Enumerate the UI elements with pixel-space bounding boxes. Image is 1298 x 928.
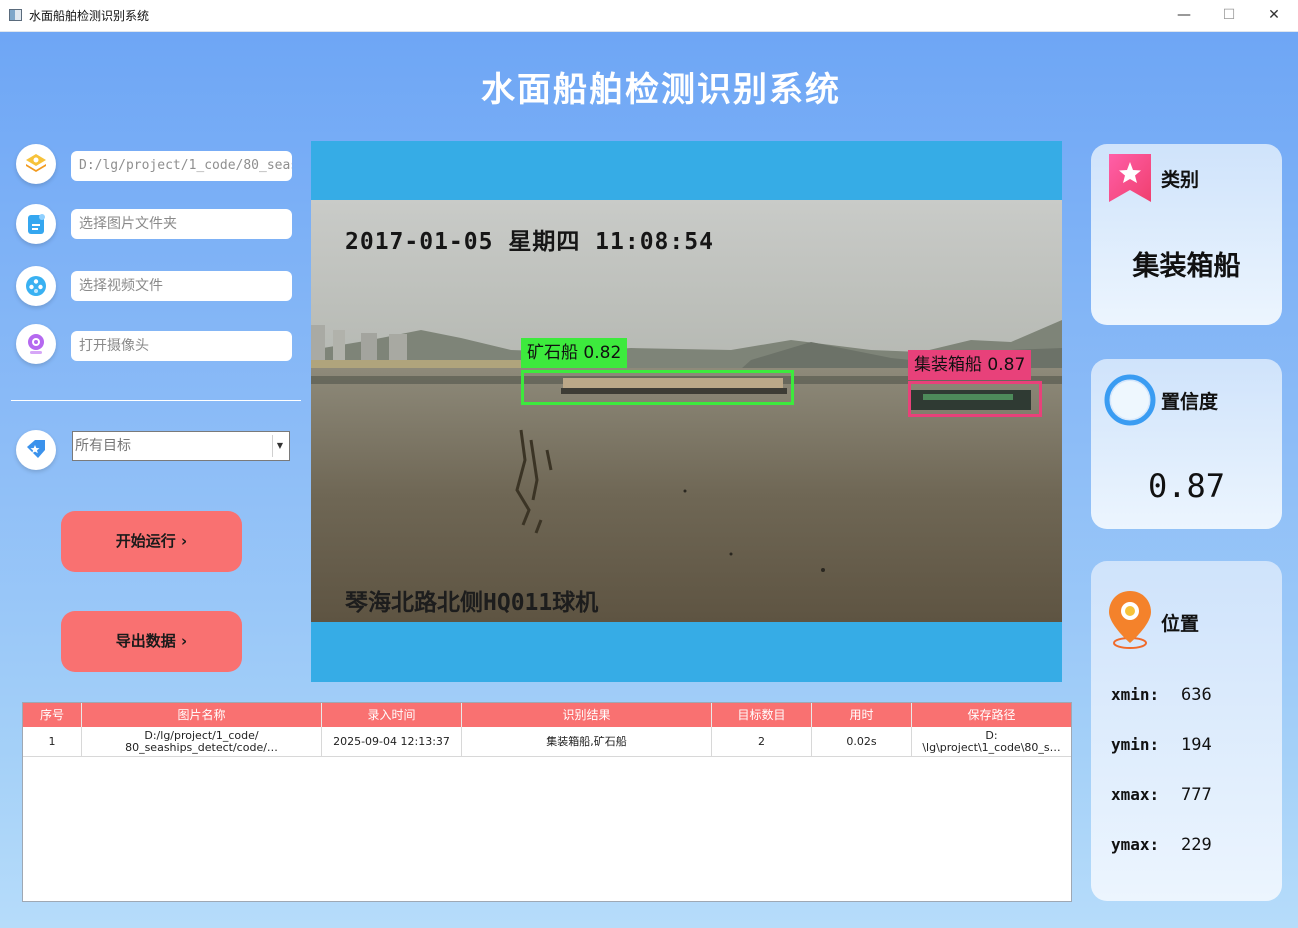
xmin-value: 636 <box>1181 685 1212 705</box>
column-header-result[interactable]: 识别结果 <box>462 703 712 727</box>
table-header: 序号 图片名称 录入时间 识别结果 目标数目 用时 保存路径 <box>23 703 1071 727</box>
sidebar-divider <box>11 400 301 401</box>
bookmark-star-icon <box>1109 154 1151 202</box>
ymin-row: ymin: 194 <box>1111 735 1212 755</box>
camera-caption-overlay: 琴海北路北侧HQ011球机 <box>345 590 599 616</box>
cell-count: 2 <box>712 727 812 757</box>
chevron-down-icon[interactable]: ▼ <box>272 435 287 457</box>
ymin-label: ymin: <box>1111 735 1160 754</box>
video-icon[interactable] <box>16 266 56 306</box>
camera-icon[interactable] <box>16 324 56 364</box>
export-button[interactable]: 导出数据 › <box>61 611 242 672</box>
target-tag-icon <box>16 430 56 470</box>
maximize-button[interactable]: ☐ <box>1206 0 1252 31</box>
app-title: 水面船舶检测识别系统 <box>481 70 841 110</box>
class-value: 集装箱船 <box>1132 251 1241 282</box>
xmax-value: 777 <box>1181 785 1212 805</box>
image-path-field[interactable]: D:/lg/project/1_code/80_seaships_detect <box>71 151 292 181</box>
app-window-icon <box>9 9 22 21</box>
window-title: 水面船舶检测识别系统 <box>29 9 150 23</box>
timestamp-overlay: 2017-01-05 星期四 11:08:54 <box>345 229 714 255</box>
xmax-row: xmax: 777 <box>1111 785 1212 805</box>
detection-box-container-ship <box>908 381 1042 417</box>
cell-time: 2025-09-04 12:13:37 <box>322 727 462 757</box>
ymin-value: 194 <box>1181 735 1212 755</box>
ymax-value: 229 <box>1181 835 1212 855</box>
camera-field[interactable]: 打开摄像头 <box>71 331 292 361</box>
class-title: 类别 <box>1161 169 1200 191</box>
confidence-value: 0.87 <box>1147 467 1226 505</box>
detection-label-container-ship: 集装箱船 0.87 <box>908 350 1032 380</box>
results-table[interactable]: 序号 图片名称 录入时间 识别结果 目标数目 用时 保存路径 1 D:/lg/p… <box>22 702 1072 902</box>
cell-save-path: D: \lg\project\1_code\80_s… <box>912 727 1071 757</box>
xmin-row: xmin: 636 <box>1111 685 1212 705</box>
detection-box-ore-ship <box>521 370 794 405</box>
cell-result: 集装箱船,矿石船 <box>462 727 712 757</box>
column-header-image-name[interactable]: 图片名称 <box>82 703 322 727</box>
window-titlebar: 水面船舶检测识别系统 — ☐ ✕ <box>0 0 1298 32</box>
confidence-card: 置信度 0.87 <box>1091 359 1282 529</box>
position-title: 位置 <box>1161 613 1200 635</box>
column-header-duration[interactable]: 用时 <box>812 703 912 727</box>
column-header-time[interactable]: 录入时间 <box>322 703 462 727</box>
confidence-title: 置信度 <box>1161 391 1219 413</box>
confidence-ring-icon <box>1104 374 1156 426</box>
detection-image: 2017-01-05 星期四 11:08:54 琴海北路北侧HQ011球机 矿石… <box>311 200 1062 622</box>
cell-image-name: D:/lg/project/1_code/80_seaships_detect/… <box>82 727 322 757</box>
column-header-save-path[interactable]: 保存路径 <box>912 703 1071 727</box>
column-header-index[interactable]: 序号 <box>23 703 82 727</box>
target-select[interactable]: 所有目标 ▼ <box>72 431 290 461</box>
column-header-count[interactable]: 目标数目 <box>712 703 812 727</box>
image-file-icon[interactable] <box>16 144 56 184</box>
cell-duration: 0.02s <box>812 727 912 757</box>
image-viewer: 2017-01-05 星期四 11:08:54 琴海北路北侧HQ011球机 矿石… <box>311 141 1062 682</box>
location-pin-icon <box>1109 591 1151 649</box>
start-button[interactable]: 开始运行 › <box>61 511 242 572</box>
detection-label-ore-ship: 矿石船 0.82 <box>521 338 628 368</box>
folder-field[interactable]: 选择图片文件夹 <box>71 209 292 239</box>
class-card: 类别 集装箱船 <box>1091 144 1282 325</box>
video-field[interactable]: 选择视频文件 <box>71 271 292 301</box>
close-button[interactable]: ✕ <box>1251 0 1297 31</box>
cell-index: 1 <box>23 727 82 757</box>
position-card: 位置 xmin: 636 ymin: 194 xmax: 777 ymax: 229 <box>1091 561 1282 901</box>
xmin-label: xmin: <box>1111 685 1160 704</box>
main-panel: 水面船舶检测识别系统 D:/lg/project/1_code/80_seash… <box>0 32 1298 928</box>
ymax-label: ymax: <box>1111 835 1160 854</box>
ymax-row: ymax: 229 <box>1111 835 1212 855</box>
xmax-label: xmax: <box>1111 785 1160 804</box>
target-select-value: 所有目标 <box>75 438 131 454</box>
folder-icon[interactable] <box>16 204 56 244</box>
minimize-button[interactable]: — <box>1161 0 1207 31</box>
